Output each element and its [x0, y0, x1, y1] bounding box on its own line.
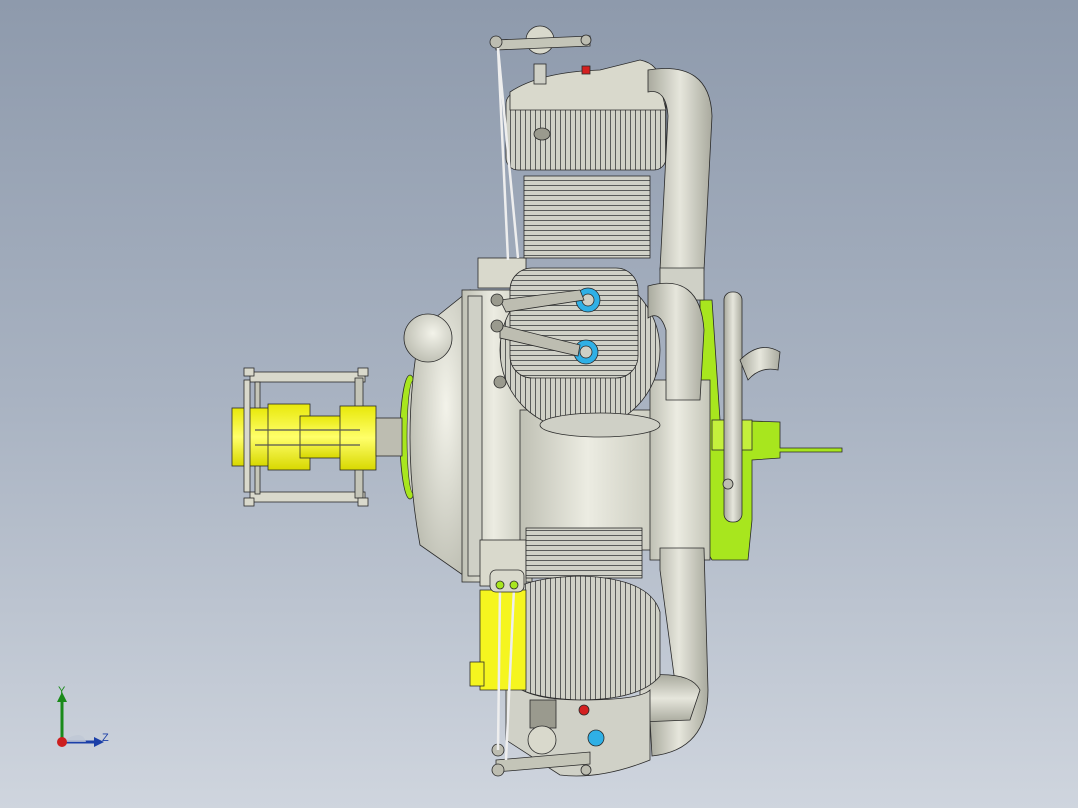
radial-engine-model[interactable] [0, 0, 1078, 808]
top-cylinder[interactable] [505, 59, 667, 259]
green-mount-plate[interactable] [699, 299, 843, 561]
cad-graphics-viewport[interactable]: Y Z [0, 0, 1078, 808]
propeller-hub-assembly[interactable] [231, 367, 403, 507]
view-orientation-triad[interactable]: Y Z [48, 684, 118, 754]
z-axis-label: Z [102, 732, 109, 744]
y-axis-label: Y [58, 685, 66, 697]
